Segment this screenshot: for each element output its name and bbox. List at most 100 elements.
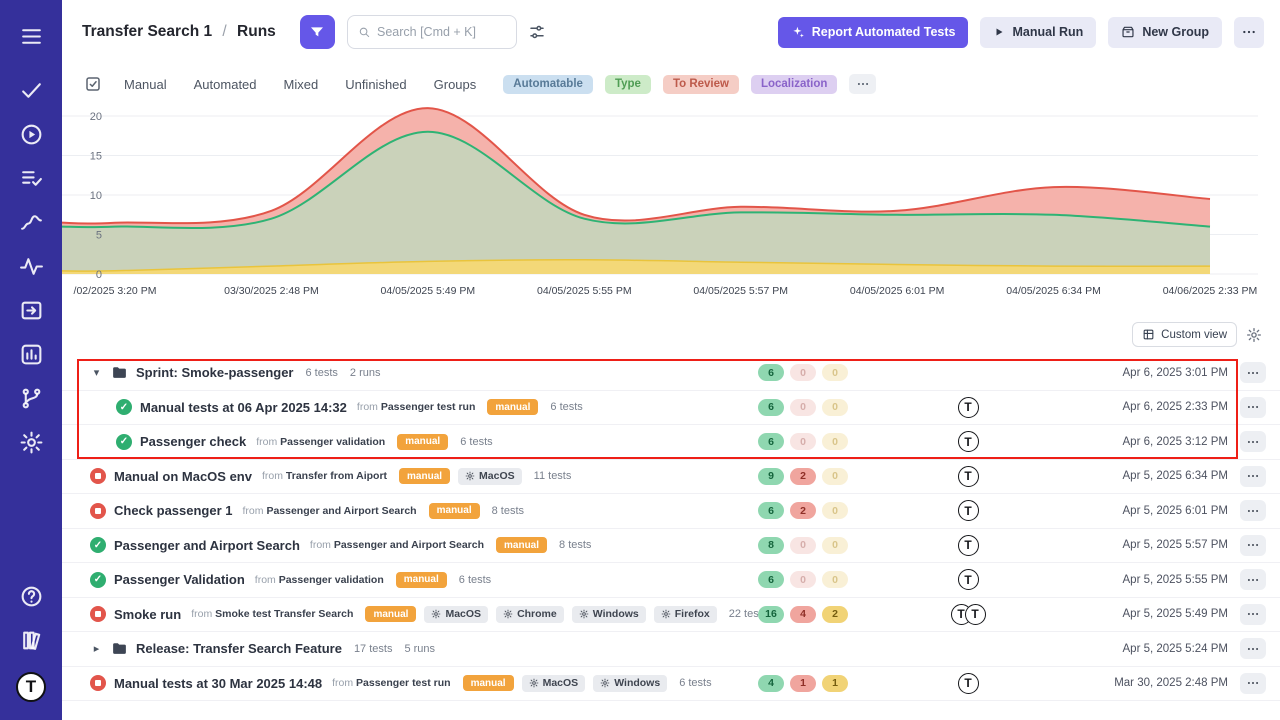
row-more-button[interactable] (1240, 673, 1266, 694)
tab-automated[interactable]: Automated (194, 77, 257, 92)
passed-count-badge: 6 (758, 399, 784, 416)
macos-icon (529, 678, 539, 688)
row-more-button[interactable] (1240, 362, 1266, 383)
manual-run-button[interactable]: Manual Run (980, 17, 1096, 48)
manual-badge: manual (397, 434, 448, 450)
failed-count-badge: 0 (790, 433, 816, 450)
dots-icon (856, 77, 870, 91)
row-more-button[interactable] (1240, 431, 1266, 452)
tests-icon[interactable] (19, 78, 44, 103)
avatar[interactable]: T (958, 466, 979, 487)
box-icon (1121, 25, 1135, 39)
tab-mixed[interactable]: Mixed (284, 77, 319, 92)
avatar[interactable]: T (958, 673, 979, 694)
chevron-down-icon[interactable]: ▾ (90, 366, 103, 379)
filter-tag-localization[interactable]: Localization (751, 75, 837, 94)
play-icon (993, 26, 1005, 38)
run-date: Apr 6, 2025 3:01 PM (1068, 367, 1228, 379)
run-title[interactable]: Passenger and Airport Search (114, 538, 300, 553)
folder-icon (111, 364, 128, 381)
avatar[interactable]: T (965, 604, 986, 625)
metrics-icon[interactable] (19, 210, 44, 235)
filter-tag-type[interactable]: Type (605, 75, 651, 94)
skipped-count-badge: 0 (822, 537, 848, 554)
plans-icon[interactable] (19, 166, 44, 191)
passed-count-badge: 9 (758, 468, 784, 485)
avatar-group: T (868, 466, 1068, 487)
filter-button[interactable] (300, 15, 335, 49)
activity-icon[interactable] (19, 254, 44, 279)
search-box[interactable] (347, 15, 517, 49)
run-title[interactable]: Passenger check (140, 434, 246, 449)
run-row[interactable]: ✓Passenger and Airport Searchfrom Passen… (62, 529, 1280, 564)
avatar-group: T (868, 397, 1068, 418)
settings-icon[interactable] (19, 430, 44, 455)
svg-text:20: 20 (90, 111, 102, 123)
help-icon[interactable] (19, 584, 44, 609)
checklist-icon[interactable] (84, 75, 102, 93)
avatar[interactable]: T (958, 397, 979, 418)
group-runs-count: 5 runs (404, 643, 435, 655)
run-row[interactable]: ✓Passenger Validationfrom Passenger vali… (62, 563, 1280, 598)
group-row[interactable]: ▾Sprint: Smoke-passenger6 tests2 runs600… (62, 356, 1280, 391)
run-date: Apr 6, 2025 3:12 PM (1068, 436, 1228, 448)
header-more-button[interactable] (1234, 17, 1264, 48)
skipped-count-badge: 0 (822, 571, 848, 588)
tab-unfinished[interactable]: Unfinished (345, 77, 406, 92)
tab-manual[interactable]: Manual (124, 77, 167, 92)
run-row[interactable]: ✓Passenger checkfrom Passenger validatio… (62, 425, 1280, 460)
custom-view-button[interactable]: Custom view (1132, 322, 1237, 347)
tags-more-button[interactable] (849, 74, 876, 94)
chrome-icon (503, 609, 513, 619)
avatar[interactable]: T (958, 535, 979, 556)
passed-count-badge: 16 (758, 606, 784, 623)
analytics-icon[interactable] (19, 342, 44, 367)
run-title[interactable]: Smoke run (114, 607, 181, 622)
library-icon[interactable] (19, 628, 44, 653)
x-axis-label: 04/06/2025 2:33 PM (1163, 285, 1258, 297)
run-row[interactable]: Smoke runfrom Smoke test Transfer Search… (62, 598, 1280, 633)
group-row[interactable]: ▸Release: Transfer Search Feature17 test… (62, 632, 1280, 667)
chevron-right-icon[interactable]: ▸ (90, 642, 103, 655)
runs-icon[interactable] (19, 122, 44, 147)
row-more-button[interactable] (1240, 604, 1266, 625)
search-input[interactable] (377, 25, 506, 39)
avatar[interactable]: T (958, 431, 979, 452)
branches-icon[interactable] (19, 386, 44, 411)
row-more-button[interactable] (1240, 535, 1266, 556)
run-row[interactable]: Manual tests at 30 Mar 2025 14:48from Pa… (62, 667, 1280, 702)
app-logo[interactable]: T (16, 672, 46, 702)
run-row[interactable]: Check passenger 1from Passenger and Airp… (62, 494, 1280, 529)
breadcrumb-project[interactable]: Transfer Search 1 (82, 23, 212, 40)
menu-icon[interactable] (19, 24, 44, 49)
tabs-bar: Manual Automated Mixed Unfinished Groups Aut… (62, 64, 1280, 104)
avatar[interactable]: T (958, 569, 979, 590)
row-more-button[interactable] (1240, 500, 1266, 521)
row-more-button[interactable] (1240, 397, 1266, 418)
run-row[interactable]: ✓Manual tests at 06 Apr 2025 14:32from P… (62, 391, 1280, 426)
filter-tag-automatable[interactable]: Automatable (503, 75, 593, 94)
macos-icon (465, 471, 475, 481)
tab-groups[interactable]: Groups (434, 77, 477, 92)
group-title[interactable]: Sprint: Smoke-passenger (136, 365, 294, 380)
group-title[interactable]: Release: Transfer Search Feature (136, 641, 342, 656)
view-settings-icon[interactable] (1246, 327, 1262, 343)
row-more-button[interactable] (1240, 638, 1266, 659)
tests-count: 6 tests (460, 436, 492, 448)
runs-table: ▾Sprint: Smoke-passenger6 tests2 runs600… (62, 356, 1280, 701)
run-title[interactable]: Manual on MacOS env (114, 469, 252, 484)
sliders-icon[interactable] (528, 23, 546, 41)
row-more-button[interactable] (1240, 569, 1266, 590)
run-title[interactable]: Manual tests at 30 Mar 2025 14:48 (114, 676, 322, 691)
skipped-count-badge: 0 (822, 433, 848, 450)
new-group-button[interactable]: New Group (1108, 17, 1222, 48)
report-automated-tests-button[interactable]: Report Automated Tests (778, 17, 969, 48)
avatar[interactable]: T (958, 500, 979, 521)
filter-tag-to-review[interactable]: To Review (663, 75, 739, 94)
run-title[interactable]: Manual tests at 06 Apr 2025 14:32 (140, 400, 347, 415)
run-title[interactable]: Check passenger 1 (114, 503, 233, 518)
run-row[interactable]: Manual on MacOS envfrom Transfer from Ai… (62, 460, 1280, 495)
import-icon[interactable] (19, 298, 44, 323)
run-title[interactable]: Passenger Validation (114, 572, 245, 587)
row-more-button[interactable] (1240, 466, 1266, 487)
